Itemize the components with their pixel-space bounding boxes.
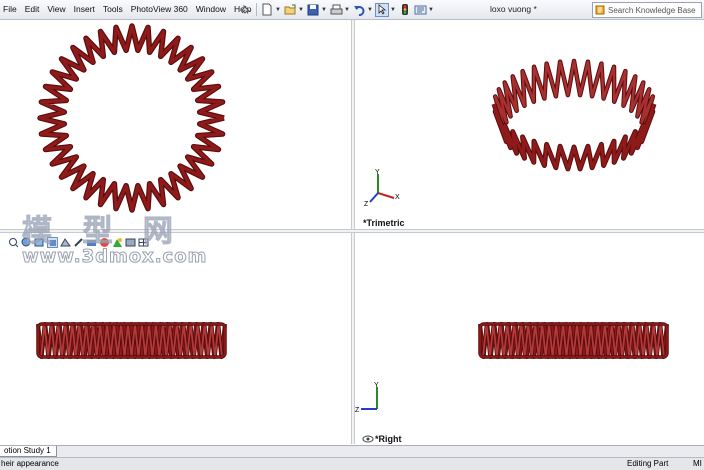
menu-window[interactable]: Window	[192, 0, 230, 19]
toolbar: ▼ ▼ ▼ ▼ ▼ ▼ ▼	[238, 2, 436, 17]
pin-icon[interactable]	[238, 3, 252, 17]
viewport-front[interactable]	[0, 233, 351, 444]
knowledge-base-icon	[595, 5, 605, 15]
torus-spring-trimetric-view[interactable]	[355, 20, 704, 229]
menu-insert[interactable]: Insert	[70, 0, 99, 19]
open-dropdown-arrow[interactable]: ▼	[298, 3, 304, 17]
open-folder-icon[interactable]	[283, 3, 297, 17]
select-arrow-icon[interactable]	[375, 2, 389, 17]
options-icon[interactable]	[413, 3, 427, 17]
status-units: MI	[693, 459, 702, 468]
status-bar: heir appearance Editing Part MI	[0, 457, 704, 470]
options-dropdown-arrow[interactable]: ▼	[428, 3, 434, 17]
save-dropdown-arrow[interactable]: ▼	[321, 3, 327, 17]
select-dropdown-arrow[interactable]: ▼	[390, 3, 396, 17]
triad-y-label: Y	[374, 382, 379, 389]
tab-motion-study-1[interactable]: otion Study 1	[0, 446, 57, 457]
toolbar-separator	[256, 3, 257, 16]
print-icon[interactable]	[329, 3, 343, 17]
viewport-right[interactable]: Y Z *Right	[355, 233, 704, 444]
coordinate-triad-trimetric: Y X Z	[364, 169, 400, 208]
menu-tools[interactable]: Tools	[99, 0, 127, 19]
menu-photoview-360[interactable]: PhotoView 360	[127, 0, 192, 19]
print-dropdown-arrow[interactable]: ▼	[344, 3, 350, 17]
view-label-trimetric: *Trimetric	[363, 218, 405, 228]
traffic-light-icon[interactable]	[398, 3, 412, 17]
motion-study-tab-bar: otion Study 1	[0, 445, 704, 457]
coordinate-triad-right: Y Z	[355, 382, 379, 414]
menu-bar: File Edit View Insert Tools PhotoView 360 Wind…	[0, 0, 256, 19]
new-dropdown-arrow[interactable]: ▼	[275, 3, 281, 17]
triad-y-label: Y	[375, 169, 380, 176]
eye-icon[interactable]	[362, 435, 374, 443]
torus-spring-side-view[interactable]	[0, 233, 351, 444]
triad-z-label: Z	[355, 407, 360, 414]
status-mode: Editing Part	[627, 459, 669, 468]
viewport-trimetric[interactable]: Y X Z *Trimetric	[355, 20, 704, 229]
new-document-icon[interactable]	[260, 3, 274, 17]
undo-dropdown-arrow[interactable]: ▼	[367, 3, 373, 17]
triad-x-label: X	[395, 194, 400, 201]
menu-view[interactable]: View	[43, 0, 69, 19]
search-input[interactable]: Search Knowledge Base	[608, 6, 696, 15]
torus-spring-right-view[interactable]	[355, 233, 704, 444]
document-title: loxo vuong *	[490, 4, 537, 14]
search-box[interactable]: Search Knowledge Base	[592, 2, 702, 18]
undo-icon[interactable]	[352, 3, 366, 17]
menu-file[interactable]: File	[0, 0, 21, 19]
viewport-top[interactable]	[0, 20, 351, 229]
status-message: heir appearance	[1, 459, 59, 468]
view-label-right: *Right	[375, 434, 402, 444]
torus-spring-front-view[interactable]	[0, 20, 351, 229]
title-menu-bar: File Edit View Insert Tools PhotoView 360 Wind…	[0, 0, 704, 20]
viewport-splitter-horizontal[interactable]	[0, 229, 704, 233]
save-icon[interactable]	[306, 3, 320, 17]
triad-z-label: Z	[364, 201, 369, 208]
menu-edit[interactable]: Edit	[21, 0, 44, 19]
